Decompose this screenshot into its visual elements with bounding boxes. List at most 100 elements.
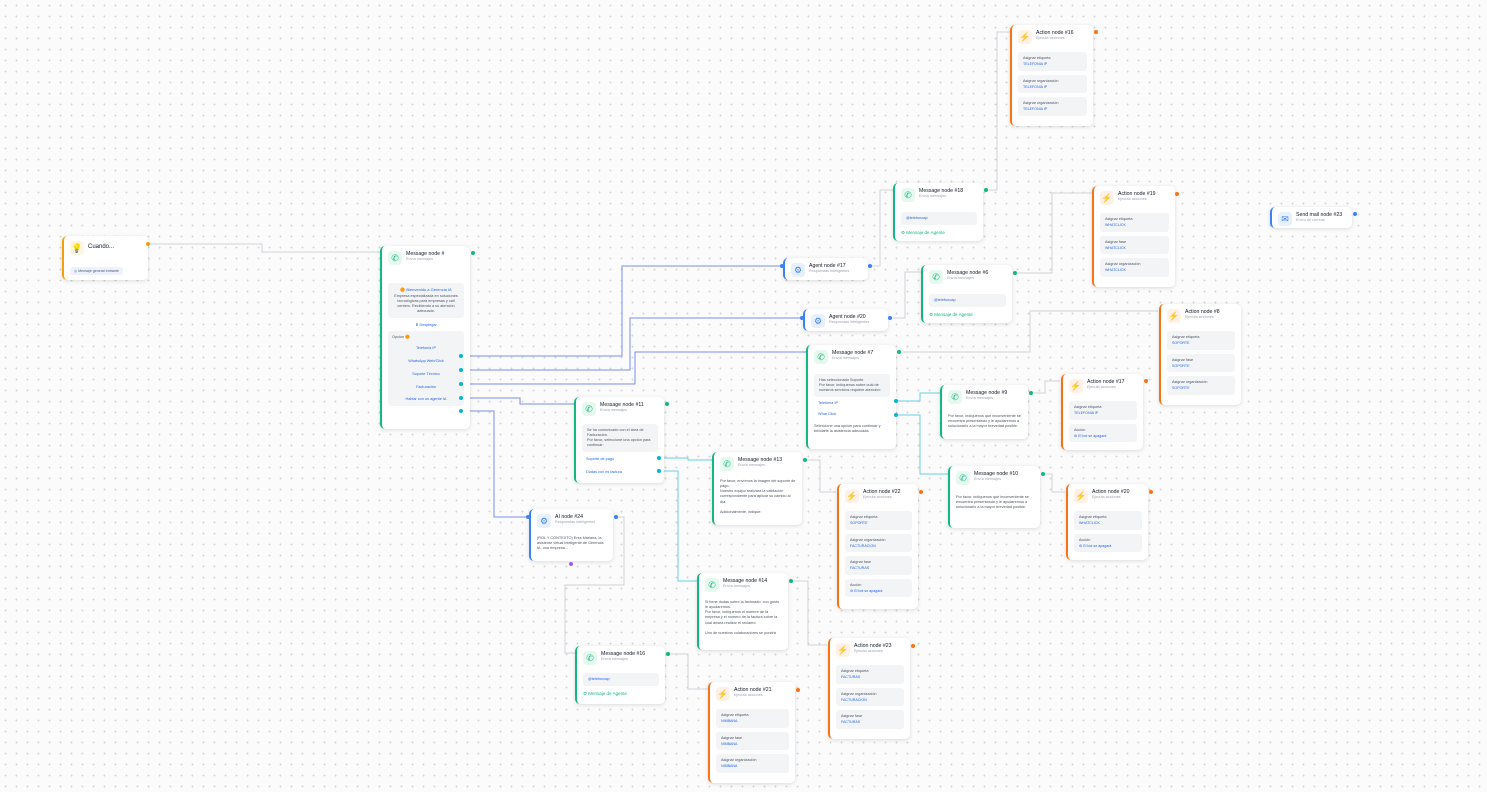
agent-node-17[interactable]: ⚙ Agent node #17 Respuestas inteligentes — [783, 258, 868, 280]
bot-icon: ⚙ — [850, 588, 854, 593]
handle[interactable] — [657, 456, 661, 460]
handle[interactable] — [1149, 490, 1153, 494]
handle[interactable] — [1175, 192, 1179, 196]
welcome-description: Empresa especializada en soluciones tecn… — [394, 294, 458, 313]
handle[interactable] — [803, 458, 807, 462]
whatsapp-icon: ✆ — [582, 402, 596, 416]
options-label: Opción 🟠 — [392, 334, 410, 339]
handle[interactable] — [894, 399, 898, 403]
message-text: Por favor, indíquenos qué inconveniente … — [956, 495, 1029, 510]
handle[interactable] — [665, 402, 669, 406]
action-node-22[interactable]: ⚡ Action node #22 Ejecuta acciones Asign… — [837, 484, 918, 609]
handle[interactable] — [984, 188, 988, 192]
option-whatclick[interactable]: What Click — [818, 412, 890, 416]
action-node-20[interactable]: ⚡ Action node #20 Ejecuta acciones Asign… — [1066, 484, 1148, 560]
ai-node-24[interactable]: ⚙ AI node #24 Respuestas inteligentes (R… — [529, 509, 613, 561]
send-mail-node-23[interactable]: ✉ Send mail node #23 Envío de correos — [1270, 207, 1352, 228]
handle[interactable] — [800, 316, 804, 320]
action-icon: ⚡ — [1167, 309, 1181, 323]
action-node-19[interactable]: ⚡ Action node #19 Ejecuta acciones Asign… — [1092, 186, 1175, 287]
handle[interactable] — [459, 354, 463, 358]
handle[interactable] — [459, 368, 463, 372]
action-node-23[interactable]: ⚡ Action node #23 Ejecuta acciones Asign… — [828, 638, 910, 739]
handle[interactable] — [1041, 472, 1045, 476]
option-soporte[interactable]: Soporte Técnico — [392, 372, 460, 377]
action-node-17[interactable]: ⚡ Action node #17 Ejecuta acciones Asign… — [1061, 374, 1143, 450]
handle[interactable] — [894, 413, 898, 417]
action-row: Asignar fase FACTURAS — [836, 710, 904, 729]
prompt-text: (ROL Y CONTEXTO) Eres Mariana, la asiste… — [537, 536, 604, 551]
option-telefonia[interactable]: Telefonía IP — [392, 346, 460, 351]
message-text: Se ha comunicado con el área de Facturac… — [582, 424, 658, 452]
node-title: Cuando... — [88, 244, 115, 250]
handle[interactable] — [868, 264, 872, 268]
action-row: Asignar etiqueta SOPORTE — [1167, 331, 1235, 350]
handle[interactable] — [897, 350, 901, 354]
action-node-8[interactable]: ⚡ Action node #8 Ejecuta acciones Asigna… — [1159, 304, 1241, 405]
handle[interactable] — [459, 409, 463, 413]
handle[interactable] — [789, 579, 793, 583]
action-row: Asignar fase SOPORTE — [1167, 353, 1235, 373]
message-node-11[interactable]: ✆ Message node #11 Envía mensajes Se ha … — [574, 397, 664, 483]
agent-node-20[interactable]: ⚙ Agent node #20 Respuestas inteligentes — [803, 309, 888, 331]
robot-icon: ⚙ — [791, 263, 805, 277]
node-subtitle: Ejecuta acciones — [1092, 495, 1121, 500]
action-row: Asignar organización TELEFONIA IP — [1018, 97, 1087, 116]
handle-text: @telefonoap — [929, 294, 1006, 307]
message-node-9[interactable]: ✆ Message node #9 Envía mensajes Por fav… — [940, 385, 1028, 439]
option-telefonia[interactable]: Telefonía IP — [818, 401, 890, 405]
node-subtitle: Ejecuta acciones — [854, 649, 883, 654]
handle[interactable] — [569, 562, 573, 566]
message-node-8[interactable]: ✆ Message node # Envía mensajes 🟠 Bienve… — [380, 246, 470, 429]
handle[interactable] — [1013, 271, 1017, 275]
whatsapp-icon: ✆ — [705, 578, 719, 592]
handle[interactable] — [888, 316, 892, 320]
handle[interactable] — [1144, 379, 1148, 383]
message-node-14[interactable]: ✆ Message node #14 Envía mensajes Si tie… — [697, 573, 788, 650]
message-node-6[interactable]: ✆ Message node #6 Envía mensajes @telefo… — [921, 265, 1012, 323]
trigger-node[interactable]: 💡 Cuando... ◎ Mensaje general entrante — [62, 236, 148, 280]
edge-telefonia-agent17 — [462, 265, 782, 357]
node-subtitle: Ejecuta acciones — [1185, 315, 1214, 320]
handle[interactable] — [780, 264, 784, 268]
handle[interactable] — [796, 688, 800, 692]
message-text: Has seleccionado Soporte. Por favor, ind… — [814, 374, 890, 397]
handle[interactable] — [471, 251, 475, 255]
handle[interactable] — [459, 382, 463, 386]
handle[interactable] — [1353, 212, 1357, 216]
action-node-21[interactable]: ⚡ Action node #21 Ejecuta acciones Asign… — [708, 682, 795, 783]
bot-icon: ⚙ — [1074, 433, 1078, 438]
message-text: Por favor, envíenos la imagen del soport… — [720, 479, 796, 514]
handle[interactable] — [1094, 30, 1098, 34]
message-node-18[interactable]: ✆ Message node #18 Envía mensajes @telef… — [893, 183, 983, 241]
node-subtitle: Ejecuta acciones — [1087, 385, 1116, 390]
handle[interactable] — [526, 515, 530, 519]
handle[interactable] — [911, 644, 915, 648]
bot-icon: ⚙ — [1079, 543, 1083, 548]
option-whatsapp[interactable]: WhatsApp Web/Click — [392, 359, 460, 364]
handle-text: @telefonoap — [583, 673, 659, 686]
handle[interactable] — [614, 515, 618, 519]
node-subtitle: Ejecuta acciones — [1118, 197, 1147, 202]
handle[interactable] — [657, 469, 661, 473]
action-node-16[interactable]: ⚡ Action node #16 Ejecuta acciones Asign… — [1010, 25, 1093, 126]
option-dudas-factura[interactable]: Dudas con mi factura — [586, 470, 658, 474]
option-soporte-pago[interactable]: Soporte de pago — [586, 457, 658, 461]
message-node-10[interactable]: ✆ Message node #10 Envía mensajes Por fa… — [948, 466, 1040, 528]
action-row: Asignar fase FACTURAS — [845, 556, 912, 575]
handle[interactable] — [146, 242, 150, 246]
handle[interactable] — [919, 490, 923, 494]
option-facturacion[interactable]: Facturación — [392, 385, 460, 390]
message-node-7[interactable]: ✆ Message node #7 Envía mensajes Has sel… — [806, 345, 896, 449]
handle[interactable] — [459, 396, 463, 400]
expand-button[interactable]: ⬇ Desplegar — [388, 322, 464, 327]
whatsapp-icon: ✆ — [929, 270, 943, 284]
handle[interactable] — [1029, 391, 1033, 395]
edge-msg16-act21 — [666, 653, 708, 690]
message-node-16[interactable]: ✆ Message node #16 Envía mensajes @telef… — [575, 646, 665, 704]
node-subtitle: Envía mensajes — [738, 463, 766, 468]
robot-icon: ⚙ — [811, 314, 825, 328]
handle[interactable] — [666, 652, 670, 656]
message-node-13[interactable]: ✆ Message node #13 Envía mensajes Por fa… — [712, 452, 802, 525]
option-agente[interactable]: Hablar con un agente IA — [392, 397, 460, 402]
